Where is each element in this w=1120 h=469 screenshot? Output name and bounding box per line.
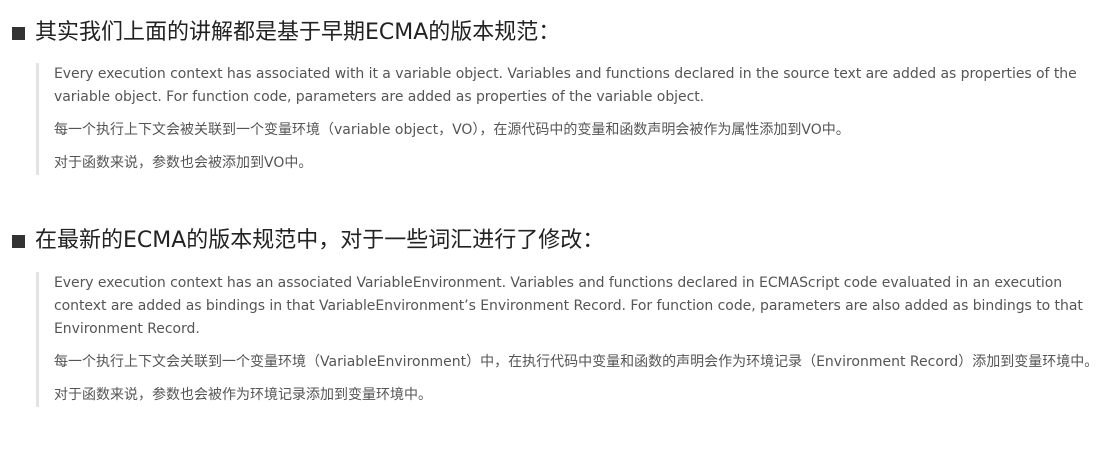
section-latest-ecma: 在最新的ECMA的版本规范中，对于一些词汇进行了修改： Every execut… [0, 224, 1120, 407]
quote-paragraph-chinese-note: 对于函数来说，参数也会被添加到VO中。 [54, 155, 313, 171]
section-early-ecma: 其实我们上面的讲解都是基于早期ECMA的版本规范： Every executio… [0, 16, 1120, 175]
quote-paragraph-chinese-note: 对于函数来说，参数也会被作为环境记录添加到变量环境中。 [54, 387, 432, 403]
section-heading: 在最新的ECMA的版本规范中，对于一些词汇进行了修改： [12, 224, 1120, 258]
square-bullet-icon [12, 234, 25, 248]
quote-paragraph-english: Every execution context has associated w… [54, 66, 1077, 105]
section-heading-text: 在最新的ECMA的版本规范中，对于一些词汇进行了修改： [35, 228, 605, 253]
section-heading-text: 其实我们上面的讲解都是基于早期ECMA的版本规范： [35, 20, 561, 45]
quote-paragraph-chinese: 每一个执行上下文会被关联到一个变量环境（variable object，VO），… [54, 122, 850, 138]
blockquote: Every execution context has an associate… [36, 272, 1104, 407]
blockquote: Every execution context has associated w… [36, 63, 1109, 175]
square-bullet-icon [12, 26, 25, 40]
quote-paragraph-chinese: 每一个执行上下文会关联到一个变量环境（VariableEnvironment）中… [54, 354, 1099, 370]
section-heading: 其实我们上面的讲解都是基于早期ECMA的版本规范： [12, 16, 1120, 50]
quote-paragraph-english: Every execution context has an associate… [54, 275, 1083, 337]
